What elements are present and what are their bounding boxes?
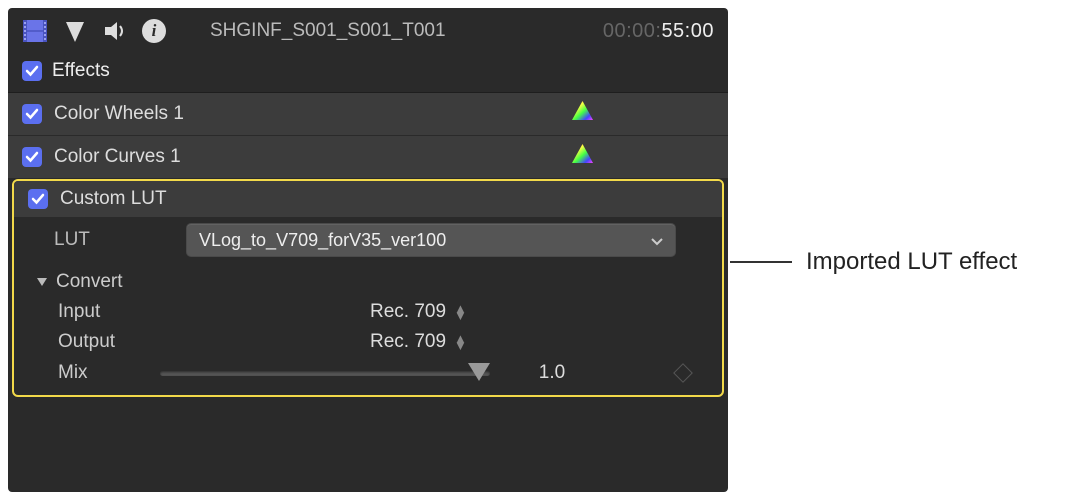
disclosure-triangle-icon[interactable] xyxy=(36,275,48,290)
inspector-topbar: i SHGINF_S001_S001_T001 00:00:55:00 xyxy=(8,8,728,54)
slider-track xyxy=(160,371,490,376)
info-icon[interactable]: i xyxy=(142,19,166,43)
output-row: Output Rec. 709 ▲▼ xyxy=(14,327,722,357)
output-label: Output xyxy=(58,331,358,353)
effect-list: Color Wheels 1 Color Curves 1 Custom LUT xyxy=(8,92,728,397)
effect-name: Custom LUT xyxy=(60,188,167,210)
output-value-dropdown[interactable]: Rec. 709 ▲▼ xyxy=(370,331,467,353)
callout-line xyxy=(730,261,792,263)
effect-row-color-wheels[interactable]: Color Wheels 1 xyxy=(8,93,728,136)
input-value: Rec. 709 xyxy=(370,301,446,323)
effects-label: Effects xyxy=(52,60,110,82)
lut-param-row: LUT VLog_to_V709_forV35_ver100 xyxy=(14,217,722,263)
callout-text: Imported LUT effect xyxy=(806,248,1017,276)
up-down-stepper-icon: ▲▼ xyxy=(454,305,467,319)
timecode-inactive: 00:00: xyxy=(603,20,662,42)
effects-checkbox[interactable] xyxy=(22,61,42,81)
effects-section-header: Effects xyxy=(8,54,728,92)
input-value-dropdown[interactable]: Rec. 709 ▲▼ xyxy=(370,301,467,323)
convert-row: Convert xyxy=(14,263,722,297)
input-label: Input xyxy=(58,301,358,323)
speaker-icon[interactable] xyxy=(102,18,128,44)
inspector-panel: i SHGINF_S001_S001_T001 00:00:55:00 Effe… xyxy=(8,8,728,492)
input-row: Input Rec. 709 ▲▼ xyxy=(14,297,722,327)
effect-row-color-curves[interactable]: Color Curves 1 xyxy=(8,136,728,179)
keyframe-diamond-icon[interactable] xyxy=(673,363,693,383)
up-down-stepper-icon: ▲▼ xyxy=(454,335,467,349)
lut-dropdown-value: VLog_to_V709_forV35_ver100 xyxy=(199,230,643,251)
effect-checkbox[interactable] xyxy=(22,147,42,167)
slider-thumb[interactable] xyxy=(468,363,490,381)
color-wheel-icon[interactable] xyxy=(571,100,594,128)
callout-annotation: Imported LUT effect xyxy=(730,248,1017,276)
effect-row-custom-lut[interactable]: Custom LUT xyxy=(14,181,722,217)
video-scope-icon[interactable] xyxy=(62,18,88,44)
mix-row: Mix 1.0 xyxy=(14,357,722,389)
lut-dropdown[interactable]: VLog_to_V709_forV35_ver100 xyxy=(186,223,676,257)
effect-name: Color Wheels 1 xyxy=(54,103,184,125)
timecode-active: 55:00 xyxy=(661,20,714,42)
effect-name: Color Curves 1 xyxy=(54,146,181,168)
film-icon[interactable] xyxy=(22,18,48,44)
clip-name: SHGINF_S001_S001_T001 xyxy=(210,20,446,42)
convert-label: Convert xyxy=(56,271,123,293)
effect-checkbox[interactable] xyxy=(22,104,42,124)
color-wheel-icon[interactable] xyxy=(571,143,594,171)
custom-lut-highlight: Custom LUT LUT VLog_to_V709_forV35_ver10… xyxy=(12,179,724,397)
lut-label: LUT xyxy=(54,229,174,251)
effect-checkbox[interactable] xyxy=(28,189,48,209)
mix-slider[interactable] xyxy=(160,361,490,385)
mix-label: Mix xyxy=(58,362,148,384)
timecode[interactable]: 00:00:55:00 xyxy=(603,20,714,43)
output-value: Rec. 709 xyxy=(370,331,446,353)
mix-value[interactable]: 1.0 xyxy=(502,362,602,384)
chevron-down-icon xyxy=(651,230,663,251)
